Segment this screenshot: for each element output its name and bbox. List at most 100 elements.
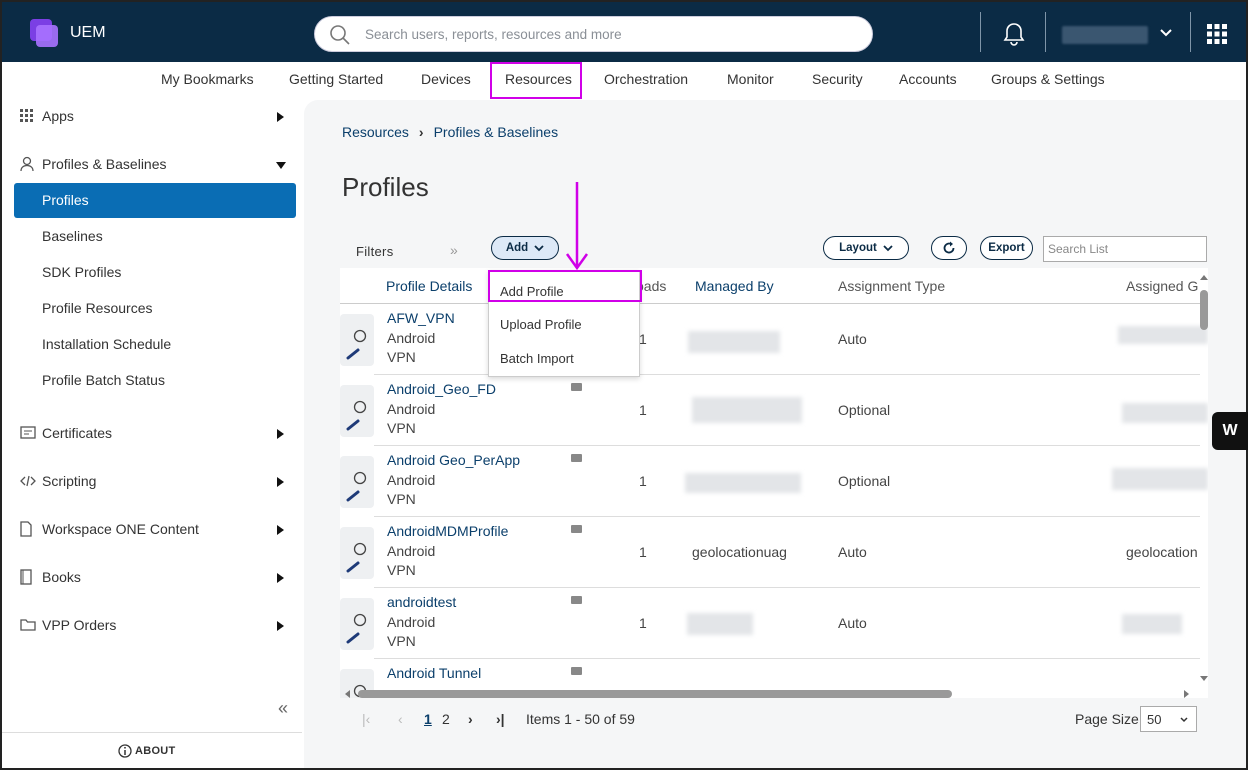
assigned-group-redacted: [1118, 326, 1208, 344]
page-2-link[interactable]: 2: [442, 711, 450, 727]
expand-arrow-icon[interactable]: [277, 112, 284, 122]
layout-button[interactable]: Layout: [823, 236, 909, 260]
scroll-right-arrow-icon[interactable]: [1182, 688, 1192, 700]
breadcrumb-resources[interactable]: Resources: [342, 124, 409, 140]
search-placeholder: Search users, reports, resources and mor…: [365, 27, 622, 42]
nav-security[interactable]: Security: [812, 71, 863, 87]
next-page-icon[interactable]: ›: [468, 711, 473, 727]
vertical-scrollbar[interactable]: [1198, 268, 1210, 688]
assigned-group-redacted: [1112, 468, 1208, 490]
horizontal-scroll-thumb[interactable]: [358, 690, 952, 698]
layout-button-label: Layout: [839, 242, 877, 254]
vertical-scroll-thumb[interactable]: [1200, 290, 1208, 330]
nav-my-bookmarks[interactable]: My Bookmarks: [161, 71, 254, 87]
nav-monitor[interactable]: Monitor: [727, 71, 774, 87]
sidebar-item-profile-resources[interactable]: Profile Resources: [42, 300, 153, 316]
payload-count: 1: [639, 615, 647, 631]
profile-name-link[interactable]: Android Geo_PerApp: [387, 452, 520, 468]
expand-filters-icon[interactable]: »: [450, 242, 458, 258]
sidebar-item-certificates[interactable]: Certificates: [20, 425, 112, 443]
sidebar-item-books[interactable]: Books: [20, 569, 81, 588]
profile-name-link[interactable]: androidtest: [387, 594, 456, 610]
profile-name-link[interactable]: AndroidMDMProfile: [387, 523, 508, 539]
app-grid-icon[interactable]: [1207, 24, 1227, 44]
scroll-left-arrow-icon[interactable]: [342, 688, 352, 700]
sidebar-item-scripting[interactable]: Scripting: [20, 473, 96, 490]
column-header-managed-by[interactable]: Managed By: [695, 278, 774, 294]
menu-item-batch-import[interactable]: Batch Import: [500, 351, 574, 366]
sidebar-item-profile-batch-status[interactable]: Profile Batch Status: [42, 372, 165, 388]
column-header-profile-details[interactable]: Profile Details: [386, 278, 472, 294]
last-page-icon[interactable]: ›|: [496, 711, 505, 727]
nav-groups-settings[interactable]: Groups & Settings: [991, 71, 1105, 87]
briefcase-icon: [571, 454, 582, 462]
walkme-widget-icon[interactable]: W: [1212, 412, 1248, 450]
sidebar-item-baselines[interactable]: Baselines: [42, 228, 103, 244]
expand-arrow-icon[interactable]: [277, 477, 284, 487]
breadcrumb-profiles-baselines[interactable]: Profiles & Baselines: [434, 124, 559, 140]
horizontal-scrollbar[interactable]: [340, 688, 1196, 700]
divider: [1190, 12, 1191, 52]
sidebar-item-profiles-baselines[interactable]: Profiles & Baselines: [20, 156, 167, 175]
page-1-link[interactable]: 1: [424, 711, 432, 727]
expand-arrow-icon[interactable]: [277, 525, 284, 535]
sidebar-item-profiles[interactable]: Profiles: [14, 183, 296, 218]
profile-user-icon: [20, 156, 38, 175]
filters-label[interactable]: Filters: [356, 244, 394, 259]
sidebar-item-apps[interactable]: Apps: [20, 108, 74, 126]
profile-edit-icon[interactable]: [340, 598, 374, 650]
add-button[interactable]: Add: [491, 236, 559, 260]
first-page-icon[interactable]: |‹: [362, 711, 370, 727]
briefcase-icon: [571, 525, 582, 533]
nav-accounts[interactable]: Accounts: [899, 71, 957, 87]
sidebar-item-vpp-orders[interactable]: VPP Orders: [20, 617, 116, 634]
profile-edit-icon[interactable]: [340, 527, 374, 579]
sidebar-item-workspace-one-content[interactable]: Workspace ONE Content: [20, 521, 199, 540]
profile-edit-icon[interactable]: [340, 314, 374, 366]
about-link[interactable]: ABOUT: [118, 744, 176, 758]
user-name-redacted[interactable]: [1062, 26, 1148, 44]
collapse-sidebar-icon[interactable]: «: [278, 698, 288, 719]
profile-type: VPN: [387, 349, 416, 365]
global-search-input[interactable]: Search users, reports, resources and mor…: [314, 16, 873, 52]
sidebar-item-label: Profiles: [42, 192, 89, 208]
chevron-down-icon[interactable]: [1160, 28, 1172, 38]
column-header-assignment-type[interactable]: Assignment Type: [838, 278, 945, 294]
nav-orchestration[interactable]: Orchestration: [604, 71, 688, 87]
export-button[interactable]: Export: [980, 236, 1033, 260]
page-size-select[interactable]: 50: [1140, 706, 1197, 732]
menu-item-upload-profile[interactable]: Upload Profile: [500, 317, 582, 332]
refresh-button[interactable]: [931, 236, 967, 260]
uem-logo[interactable]: [30, 19, 62, 47]
collapse-arrow-icon[interactable]: [276, 162, 286, 169]
table-row[interactable]: androidtest Android VPN 1 Auto: [340, 588, 1200, 659]
prev-page-icon[interactable]: ‹: [398, 711, 403, 727]
profile-name-link[interactable]: Android Tunnel: [387, 665, 481, 681]
profile-name-link[interactable]: AFW_VPN: [387, 310, 455, 326]
search-list-input[interactable]: Search List: [1043, 236, 1207, 262]
about-label: ABOUT: [134, 744, 176, 757]
briefcase-icon: [571, 667, 582, 675]
table-row[interactable]: AFW_VPN Android VPN 1 Auto: [340, 304, 1208, 375]
scroll-down-arrow-icon[interactable]: [1198, 674, 1210, 684]
table-row[interactable]: Android Geo_PerApp Android VPN 1 Optiona…: [340, 446, 1208, 517]
table-row[interactable]: AndroidMDMProfile Android VPN 1 geolocat…: [340, 517, 1200, 588]
expand-arrow-icon[interactable]: [277, 621, 284, 631]
expand-arrow-icon[interactable]: [277, 573, 284, 583]
scroll-up-arrow-icon[interactable]: [1198, 272, 1210, 282]
profile-edit-icon[interactable]: [340, 456, 374, 508]
table-row[interactable]: Android_Geo_FD Android VPN 1 Optional: [340, 375, 1208, 446]
breadcrumb-separator-icon: ›: [418, 124, 424, 140]
sidebar-item-sdk-profiles[interactable]: SDK Profiles: [42, 264, 121, 280]
expand-arrow-icon[interactable]: [277, 429, 284, 439]
chevron-down-icon: [1180, 717, 1188, 723]
certificate-icon: [20, 426, 38, 443]
notifications-bell-icon[interactable]: [1003, 22, 1025, 46]
nav-getting-started[interactable]: Getting Started: [289, 71, 383, 87]
top-bar: UEM Search users, reports, resources and…: [2, 2, 1246, 62]
sidebar-item-installation-schedule[interactable]: Installation Schedule: [42, 336, 171, 352]
profile-name-link[interactable]: Android_Geo_FD: [387, 381, 496, 397]
nav-devices[interactable]: Devices: [421, 71, 471, 87]
profile-edit-icon[interactable]: [340, 385, 374, 437]
column-header-assigned-groups[interactable]: Assigned G: [1126, 278, 1198, 294]
